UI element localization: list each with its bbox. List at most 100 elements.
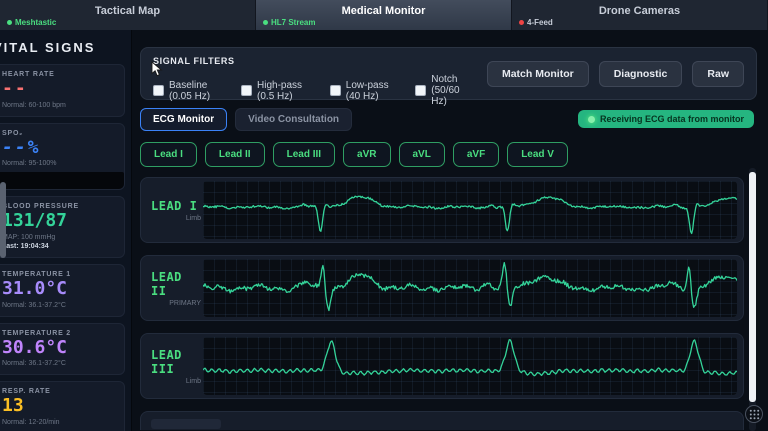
raw-button[interactable]: Raw xyxy=(692,60,744,87)
chart-label-col: LEAD II PRIMARY xyxy=(147,260,203,316)
tab-label: Tactical Map xyxy=(94,5,161,17)
avf-button[interactable]: aVF xyxy=(452,142,500,167)
partial-chart-label-block xyxy=(151,419,221,429)
receiving-data-badge: Receiving ECG data from monitor xyxy=(577,110,754,128)
filter-item-high-pass: High-pass (0.5 Hz) xyxy=(241,80,306,102)
status-dot-icon xyxy=(7,20,12,25)
lead-v-button[interactable]: Lead V xyxy=(507,142,568,167)
resize-grip-icon[interactable] xyxy=(745,405,763,423)
lead-label: LEAD II xyxy=(151,269,182,298)
status-label: 4-Feed xyxy=(527,18,553,27)
match-monitor-button[interactable]: Match Monitor xyxy=(486,60,589,87)
avl-button[interactable]: aVL xyxy=(398,142,445,167)
vital-card-resp-rate: RESP. RATE 13 Normal: 12-20/min xyxy=(0,381,125,431)
tab-status: HL7 Stream xyxy=(263,18,315,27)
low-pass-checkbox[interactable] xyxy=(329,85,341,96)
ecg-chart-lead-i: LEAD I Limb xyxy=(140,177,744,243)
tab-medical-monitor[interactable]: Medical Monitor HL7 Stream xyxy=(256,0,512,30)
vital-label: TEMPERATURE 1 xyxy=(2,271,71,279)
vital-normal-range: Normal: 36.1-37.2°C xyxy=(2,301,66,309)
vital-value: 30.6°C xyxy=(2,336,68,358)
ecg-chart-card-partial xyxy=(140,411,744,430)
view-tabs-row: ECG Monitor Video Consultation Receiving… xyxy=(140,107,754,131)
main-panel: SIGNAL FILTERS Baseline (0.05 Hz) High-p… xyxy=(132,30,768,431)
spo2-waveform-strip xyxy=(0,172,124,190)
vital-card-heart-rate: HEART RATE -- Normal: 60-100 bpm xyxy=(0,64,125,117)
ecg-chart-lead-ii: LEAD II PRIMARY xyxy=(140,255,744,321)
vital-signs-sidebar: VITAL SIGNS HEART RATE -- Normal: 60-100… xyxy=(0,30,132,431)
status-label: HL7 Stream xyxy=(271,18,316,27)
filter-item-low-pass: Low-pass (40 Hz) xyxy=(329,79,391,102)
vital-map-value: MAP: 100 mmHg xyxy=(2,234,56,242)
lead-selector-row: Lead I Lead II Lead III aVR aVL aVF Lead… xyxy=(140,142,760,167)
lead-ii-waveform-chart xyxy=(203,259,737,317)
chart-label-col: LEAD I Limb xyxy=(147,182,203,238)
tab-drone-cameras[interactable]: Drone Cameras 4-Feed xyxy=(512,0,768,30)
vital-last-reading-time: Last: 19:04:34 xyxy=(2,243,49,251)
main-scrollbar-thumb[interactable] xyxy=(749,172,756,402)
vital-label: TEMPERATURE 2 xyxy=(2,329,71,337)
high-pass-checkbox[interactable] xyxy=(241,85,253,96)
vital-label: HEART RATE xyxy=(2,71,55,78)
baseline-checkbox[interactable] xyxy=(153,85,164,96)
vital-label: SPO₂ xyxy=(2,129,24,137)
notch-checkbox[interactable] xyxy=(415,85,427,96)
tab-label: Medical Monitor xyxy=(341,5,426,17)
receiving-badge-label: Receiving ECG data from monitor xyxy=(599,114,744,124)
filter-label: Baseline (0.05 Hz) xyxy=(169,79,211,102)
status-label: Meshtastic xyxy=(15,18,57,27)
signal-filters-left: SIGNAL FILTERS Baseline (0.05 Hz) High-p… xyxy=(141,48,487,107)
tab-video-consultation[interactable]: Video Consultation xyxy=(235,107,353,131)
medical-monitor-app: Tactical Map Meshtastic Medical Monitor … xyxy=(0,0,768,431)
diagnostic-button[interactable]: Diagnostic xyxy=(598,60,683,87)
status-dot-icon xyxy=(263,20,268,25)
signal-filters-row: Baseline (0.05 Hz) High-pass (0.5 Hz) Lo… xyxy=(153,74,475,107)
tab-status: Meshtastic xyxy=(7,18,56,27)
lead-ii-button[interactable]: Lead II xyxy=(204,142,265,167)
tab-tactical-map[interactable]: Tactical Map Meshtastic xyxy=(0,0,256,30)
vital-value: 31.0°C xyxy=(2,278,68,300)
filter-label: Low-pass (40 Hz) xyxy=(345,79,389,102)
filter-mode-buttons: Match Monitor Diagnostic Raw xyxy=(486,48,756,99)
vital-value: --% xyxy=(2,136,41,158)
signal-filters-panel: SIGNAL FILTERS Baseline (0.05 Hz) High-p… xyxy=(140,47,757,107)
signal-filters-title: SIGNAL FILTERS xyxy=(153,56,235,66)
vital-card-temperature-2: TEMPERATURE 2 30.6°C Normal: 36.1-37.2°C xyxy=(0,322,125,376)
tab-ecg-monitor[interactable]: ECG Monitor xyxy=(140,107,228,131)
lead-sublabel: Limb xyxy=(185,377,201,385)
lead-i-waveform-chart xyxy=(203,181,737,239)
filter-label: High-pass (0.5 Hz) xyxy=(257,79,303,102)
sidebar-scrollbar-thumb[interactable] xyxy=(0,182,6,258)
dot-grid-icon xyxy=(749,409,759,419)
lead-label: LEAD I xyxy=(151,198,198,213)
lead-iii-button[interactable]: Lead III xyxy=(272,142,336,167)
lead-i-button[interactable]: Lead I xyxy=(140,142,197,167)
vital-label: BLOOD PRESSURE xyxy=(2,203,79,211)
vital-normal-range: Normal: 60-100 bpm xyxy=(2,101,66,109)
vital-card-spo2: SPO₂ --% Normal: 95-100% xyxy=(0,122,125,191)
ecg-charts-list: LEAD I Limb LEAD II PRIMARY LEAD III Lim… xyxy=(140,177,744,430)
status-dot-icon xyxy=(519,20,524,25)
top-tab-bar: Tactical Map Meshtastic Medical Monitor … xyxy=(0,0,768,30)
vital-normal-range: Normal: 95-100% xyxy=(2,160,57,168)
tab-label: Drone Cameras xyxy=(598,5,681,17)
content-area: VITAL SIGNS HEART RATE -- Normal: 60-100… xyxy=(0,30,768,431)
vital-card-blood-pressure: BLOOD PRESSURE 131/87 MAP: 100 mmHg Last… xyxy=(0,196,125,259)
filter-item-notch: Notch (50/60 Hz) xyxy=(415,74,475,107)
avr-button[interactable]: aVR xyxy=(343,142,391,167)
sidebar-inner: VITAL SIGNS HEART RATE -- Normal: 60-100… xyxy=(0,30,131,431)
receiving-dot-icon xyxy=(587,115,595,123)
vital-label: RESP. RATE xyxy=(2,388,51,396)
sidebar-title: VITAL SIGNS xyxy=(0,40,96,55)
lead-sublabel: PRIMARY xyxy=(169,299,201,307)
lead-sublabel: Limb xyxy=(185,214,201,222)
filter-label: Notch (50/60 Hz) xyxy=(431,74,460,107)
vital-value: -- xyxy=(2,78,28,99)
vital-value: 13 xyxy=(2,395,24,417)
mouse-cursor xyxy=(151,61,163,83)
chart-label-col: LEAD III Limb xyxy=(147,338,203,394)
vital-value: 131/87 xyxy=(2,210,68,232)
vital-normal-range: Normal: 12-20/min xyxy=(2,419,60,427)
tab-status: 4-Feed xyxy=(519,18,553,27)
ecg-chart-lead-iii: LEAD III Limb xyxy=(140,333,744,399)
